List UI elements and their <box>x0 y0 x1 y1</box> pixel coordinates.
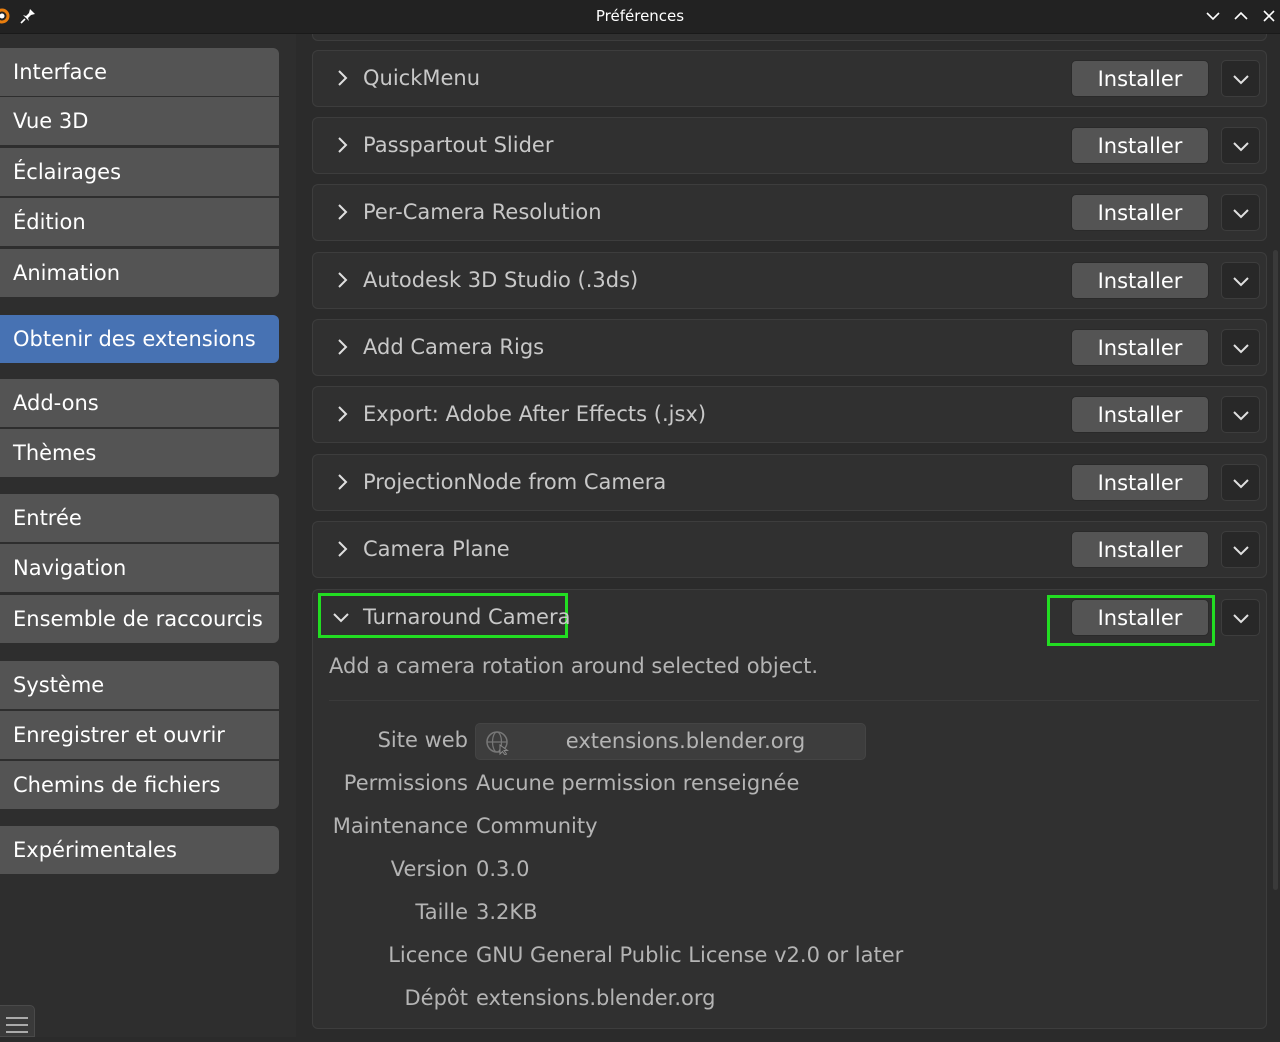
install-button[interactable]: Installer <box>1071 329 1209 366</box>
previous-extension-panel <box>312 34 1267 41</box>
size-value: 3.2KB <box>476 900 538 924</box>
chevron-down-icon <box>1233 209 1249 219</box>
sidebar-item-animation[interactable]: Animation <box>0 249 279 297</box>
sidebar-item-editing[interactable]: Édition <box>0 198 279 246</box>
extension-menu-button[interactable] <box>1221 599 1260 636</box>
sidebar-item-experimental[interactable]: Expérimentales <box>0 826 279 874</box>
sidebar-item-lights[interactable]: Éclairages <box>0 148 279 196</box>
repository-label: Dépôt <box>404 986 468 1010</box>
sidebar-item-addons[interactable]: Add-ons <box>0 379 279 427</box>
extension-panel: Export: Adobe After Effects (.jsx) Insta… <box>312 386 1267 443</box>
chevron-down-icon <box>1233 411 1249 421</box>
extension-name[interactable]: Autodesk 3D Studio (.3ds) <box>363 253 638 308</box>
extension-name[interactable]: Add Camera Rigs <box>363 320 544 375</box>
permissions-label: Permissions <box>343 771 468 795</box>
chevron-right-icon[interactable] <box>333 203 351 221</box>
chevron-right-icon[interactable] <box>333 405 351 423</box>
chevron-right-icon[interactable] <box>333 69 351 87</box>
sidebar-item-system[interactable]: Système <box>0 661 279 709</box>
extension-panel: Camera Plane Installer <box>312 521 1267 578</box>
extension-panel: Add Camera Rigs Installer <box>312 319 1267 376</box>
sidebar-item-navigation[interactable]: Navigation <box>0 544 279 592</box>
chevron-down-icon <box>1233 344 1249 354</box>
title-bar: Préférences <box>0 0 1280 34</box>
chevron-right-icon[interactable] <box>333 136 351 154</box>
repository-value: extensions.blender.org <box>476 986 716 1010</box>
sidebar-item-keymap[interactable]: Ensemble de raccourcis <box>0 595 279 643</box>
install-button[interactable]: Installer <box>1071 194 1209 231</box>
hamburger-icon <box>6 1017 28 1033</box>
extension-panel: Passpartout Slider Installer <box>312 117 1267 174</box>
size-label: Taille <box>415 900 468 924</box>
close-icon[interactable] <box>1259 6 1279 26</box>
extension-name[interactable]: QuickMenu <box>363 51 480 106</box>
chevron-right-icon[interactable] <box>333 271 351 289</box>
version-label: Version <box>390 857 468 881</box>
sidebar-item-interface[interactable]: Interface <box>0 48 279 96</box>
extension-name[interactable]: ProjectionNode from Camera <box>363 455 666 510</box>
divider <box>329 700 1259 701</box>
extension-menu-button[interactable] <box>1221 464 1260 501</box>
extension-panel: QuickMenu Installer <box>312 50 1267 107</box>
install-button[interactable]: Installer <box>1071 396 1209 433</box>
chevron-down-icon <box>1233 142 1249 152</box>
extension-name[interactable]: Camera Plane <box>363 522 510 577</box>
extension-menu-button[interactable] <box>1221 194 1260 231</box>
expanded-extension-panel: Turnaround Camera Installer Add a camera… <box>312 589 1267 1029</box>
maintenance-value: Community <box>476 814 598 838</box>
license-value: GNU General Public License v2.0 or later <box>476 943 904 967</box>
extension-panel: Per-Camera Resolution Installer <box>312 184 1267 241</box>
chevron-right-icon[interactable] <box>333 338 351 356</box>
extension-menu-button[interactable] <box>1221 60 1260 97</box>
sidebar-item-input[interactable]: Entrée <box>0 494 279 542</box>
permissions-value: Aucune permission renseignée <box>476 771 800 795</box>
extension-menu-button[interactable] <box>1221 262 1260 299</box>
extension-name[interactable]: Export: Adobe After Effects (.jsx) <box>363 387 706 442</box>
maintenance-label: Maintenance <box>332 814 468 838</box>
extension-name[interactable]: Per-Camera Resolution <box>363 185 602 240</box>
chevron-down-icon <box>1233 614 1249 624</box>
chevron-down-icon <box>1233 75 1249 85</box>
sidebar-item-get-extensions[interactable]: Obtenir des extensions <box>0 315 279 363</box>
sidebar-item-file-paths[interactable]: Chemins de fichiers <box>0 761 279 809</box>
extension-menu-button[interactable] <box>1221 396 1260 433</box>
extension-panel: ProjectionNode from Camera Installer <box>312 454 1267 511</box>
extension-menu-button[interactable] <box>1221 127 1260 164</box>
website-url: extensions.blender.org <box>565 729 806 753</box>
version-value: 0.3.0 <box>476 857 530 881</box>
scrollbar[interactable] <box>1273 250 1278 890</box>
hamburger-menu-button[interactable] <box>0 1005 35 1037</box>
website-label: Site web <box>377 728 468 752</box>
install-button[interactable]: Installer <box>1071 599 1209 636</box>
install-button[interactable]: Installer <box>1071 127 1209 164</box>
install-button[interactable]: Installer <box>1071 464 1209 501</box>
extension-name[interactable]: Passpartout Slider <box>363 118 554 173</box>
chevron-right-icon[interactable] <box>333 540 351 558</box>
maximize-icon[interactable] <box>1231 6 1251 26</box>
extensions-list: QuickMenu Installer Passpartout Slider I… <box>297 34 1280 1037</box>
preferences-sidebar: Interface Vue 3D Éclairages Édition Anim… <box>0 34 296 1037</box>
install-button[interactable]: Installer <box>1071 531 1209 568</box>
minimize-icon[interactable] <box>1203 6 1223 26</box>
sidebar-item-save-load[interactable]: Enregistrer et ouvrir <box>0 711 279 759</box>
chevron-down-icon <box>1233 479 1249 489</box>
chevron-down-icon <box>1233 546 1249 556</box>
license-label: Licence <box>388 943 468 967</box>
install-button[interactable]: Installer <box>1071 60 1209 97</box>
extension-panel: Autodesk 3D Studio (.3ds) Installer <box>312 252 1267 309</box>
chevron-right-icon[interactable] <box>333 473 351 491</box>
chevron-down-icon[interactable] <box>332 609 350 627</box>
extension-name[interactable]: Turnaround Camera <box>363 590 570 645</box>
chevron-down-icon <box>1233 277 1249 287</box>
install-button[interactable]: Installer <box>1071 262 1209 299</box>
sidebar-item-themes[interactable]: Thèmes <box>0 429 279 477</box>
extension-menu-button[interactable] <box>1221 329 1260 366</box>
extension-menu-button[interactable] <box>1221 531 1260 568</box>
extension-description: Add a camera rotation around selected ob… <box>329 654 819 678</box>
website-link-button[interactable]: extensions.blender.org <box>475 723 866 760</box>
sidebar-item-viewport[interactable]: Vue 3D <box>0 97 279 145</box>
window-title: Préférences <box>595 7 685 25</box>
